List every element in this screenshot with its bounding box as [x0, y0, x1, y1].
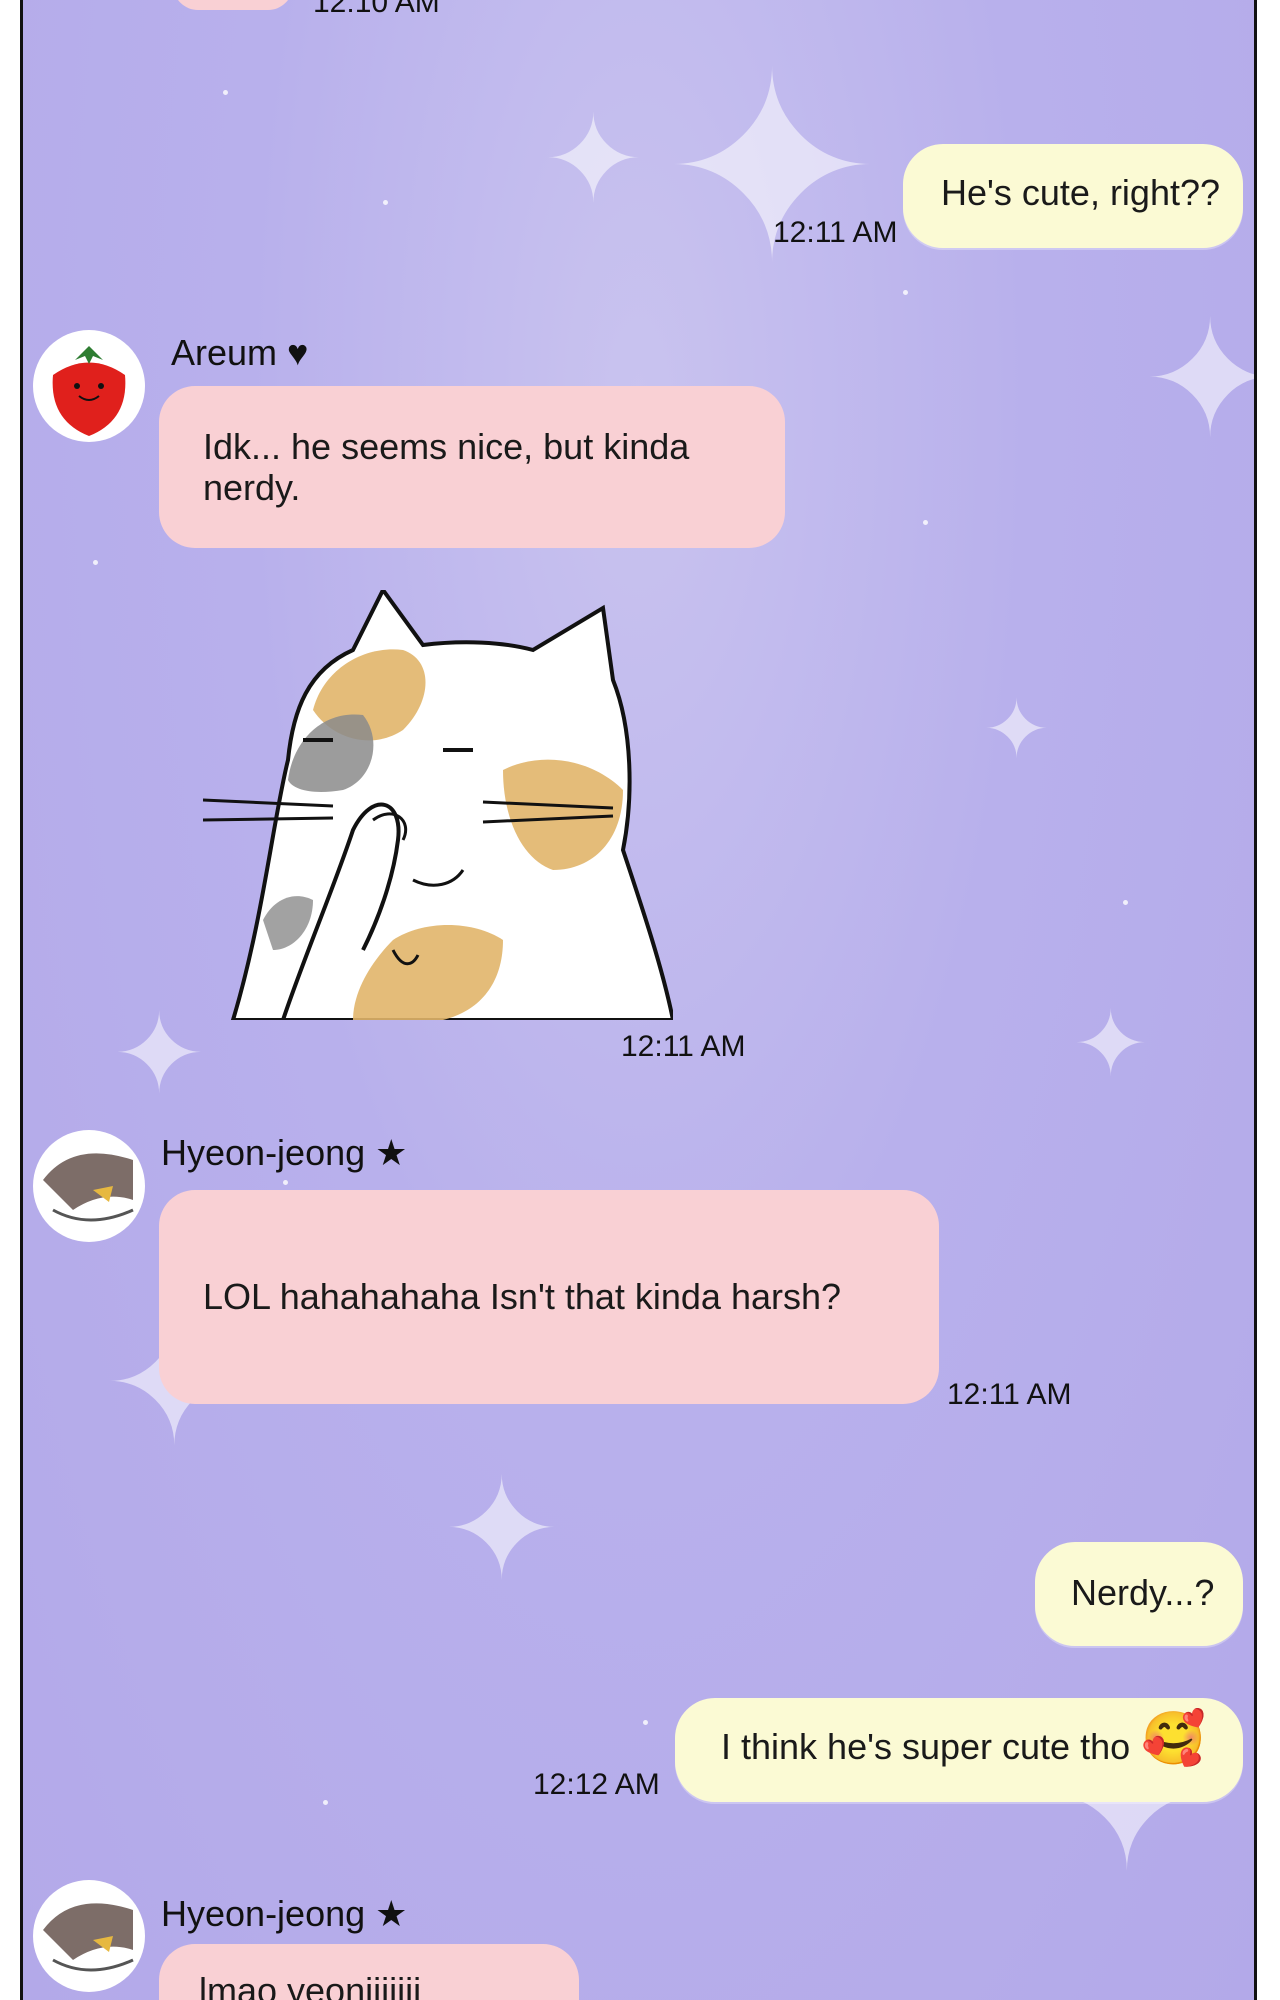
- sparkle-decoration: ✦: [1073, 995, 1149, 1095]
- message-text: LOL hahahahaha Isn't that kinda harsh?: [203, 1276, 842, 1317]
- cat-avatar[interactable]: [33, 1880, 145, 1992]
- my-message-bubble[interactable]: Nerdy...?: [1035, 1542, 1243, 1646]
- their-message-bubble[interactable]: lmao yeonjiiiiii: [159, 1944, 579, 2000]
- message-time: 12:11 AM: [621, 1030, 746, 1063]
- chat-bubble-partial: [173, 0, 293, 10]
- message-text: lmao yeonjiiiiii: [199, 1970, 422, 2000]
- sender-name: Hyeon-jeong ★: [161, 1132, 408, 1173]
- sparkle-decoration: ✦: [983, 685, 1051, 774]
- sparkle-decoration: ✦: [1143, 300, 1254, 460]
- sender-name: Areum ♥: [171, 332, 309, 373]
- sparkle-decoration: ✦: [543, 93, 644, 227]
- strawberry-avatar[interactable]: [33, 330, 145, 442]
- sparkle-decoration: ✦: [443, 1451, 561, 1608]
- their-message-bubble[interactable]: LOL hahahahaha Isn't that kinda harsh?: [159, 1190, 939, 1404]
- smiling-face-with-hearts-icon: 🥰: [1141, 1710, 1206, 1768]
- message-time: 12:11 AM: [773, 216, 898, 249]
- sparkle-decoration: ✦: [113, 993, 206, 1116]
- cat-sticker[interactable]: [202, 586, 676, 1022]
- message-time: 12:12 AM: [533, 1768, 660, 1801]
- sender-name: Hyeon-jeong ★: [161, 1893, 408, 1934]
- message-text: He's cute, right??: [941, 172, 1221, 213]
- their-message-bubble[interactable]: Idk... he seems nice, but kinda nerdy.: [159, 386, 785, 548]
- message-text: Idk... he seems nice, but kinda nerdy.: [203, 426, 690, 509]
- message-time: 12:11 AM: [947, 1378, 1072, 1411]
- message-time: 12:10 AM: [313, 0, 440, 19]
- message-text: Nerdy...?: [1071, 1572, 1215, 1613]
- chat-screen: ✦ ✦ ✦ ✦ ✦ ✦ ✦ ✦ ✦ 12:10 AM He's cute, ri…: [20, 0, 1257, 2000]
- cat-avatar[interactable]: [33, 1130, 145, 1242]
- sparkle-decoration: ✦: [663, 25, 881, 315]
- my-message-bubble[interactable]: He's cute, right??: [903, 144, 1243, 248]
- message-text: I think he's super cute tho: [721, 1726, 1131, 1767]
- my-message-bubble[interactable]: I think he's super cute tho 🥰: [675, 1698, 1243, 1802]
